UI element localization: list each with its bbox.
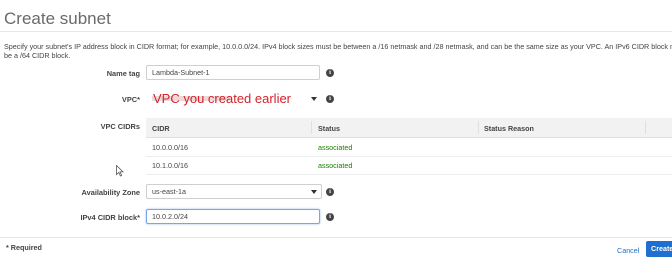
info-circle-icon[interactable]: i: [326, 95, 334, 103]
chevron-down-icon[interactable]: [311, 97, 317, 101]
ipv4-cidr-label: IPv4 CIDR block*: [80, 213, 140, 222]
column-header-status-reason[interactable]: Status Reason: [484, 124, 534, 133]
status-cell: associated: [318, 143, 353, 152]
table-row: 10.0.0.0/16 associated: [146, 138, 672, 157]
status-cell: associated: [318, 161, 353, 170]
required-note: * Required: [6, 243, 42, 252]
vpc-cidrs-label: VPC CIDRs: [100, 122, 140, 131]
vpc-label: VPC*: [121, 95, 140, 104]
name-tag-label: Name tag: [106, 69, 140, 78]
create-button[interactable]: Create: [646, 241, 672, 257]
info-circle-icon[interactable]: i: [326, 213, 334, 221]
description-line-1: Specify your subnet's IP address block i…: [4, 42, 672, 51]
name-tag-input[interactable]: Lambda-Subnet-1: [146, 65, 320, 80]
column-header-cidr[interactable]: CIDR: [152, 124, 170, 133]
vpc-annotation: VPC you created earlier: [153, 91, 292, 106]
column-header-status[interactable]: Status: [318, 124, 340, 133]
cidr-cell: 10.1.0.0/16: [152, 161, 188, 170]
page-title: Create subnet: [4, 9, 111, 28]
cidr-cell: 10.0.0.0/16: [152, 143, 188, 152]
description: Specify your subnet's IP address block i…: [4, 42, 672, 60]
ipv4-cidr-input[interactable]: 10.0.2.0/24: [146, 209, 320, 224]
title-divider: [0, 31, 672, 32]
table-row: 10.1.0.0/16 associated: [146, 156, 672, 175]
column-divider: [311, 121, 312, 134]
mouse-pointer-icon: [116, 165, 124, 177]
description-line-2: be a /64 CIDR block.: [4, 51, 71, 60]
chevron-down-icon[interactable]: [311, 190, 317, 194]
info-circle-icon[interactable]: i: [326, 188, 334, 196]
availability-zone-select[interactable]: us-east-1a: [146, 184, 322, 199]
availability-zone-label: Availability Zone: [81, 188, 140, 197]
column-divider: [478, 121, 479, 134]
column-divider: [645, 121, 646, 134]
footer-divider: [0, 237, 672, 238]
info-circle-icon[interactable]: i: [326, 69, 334, 77]
cidr-table-header: CIDR Status Status Reason: [146, 118, 672, 138]
